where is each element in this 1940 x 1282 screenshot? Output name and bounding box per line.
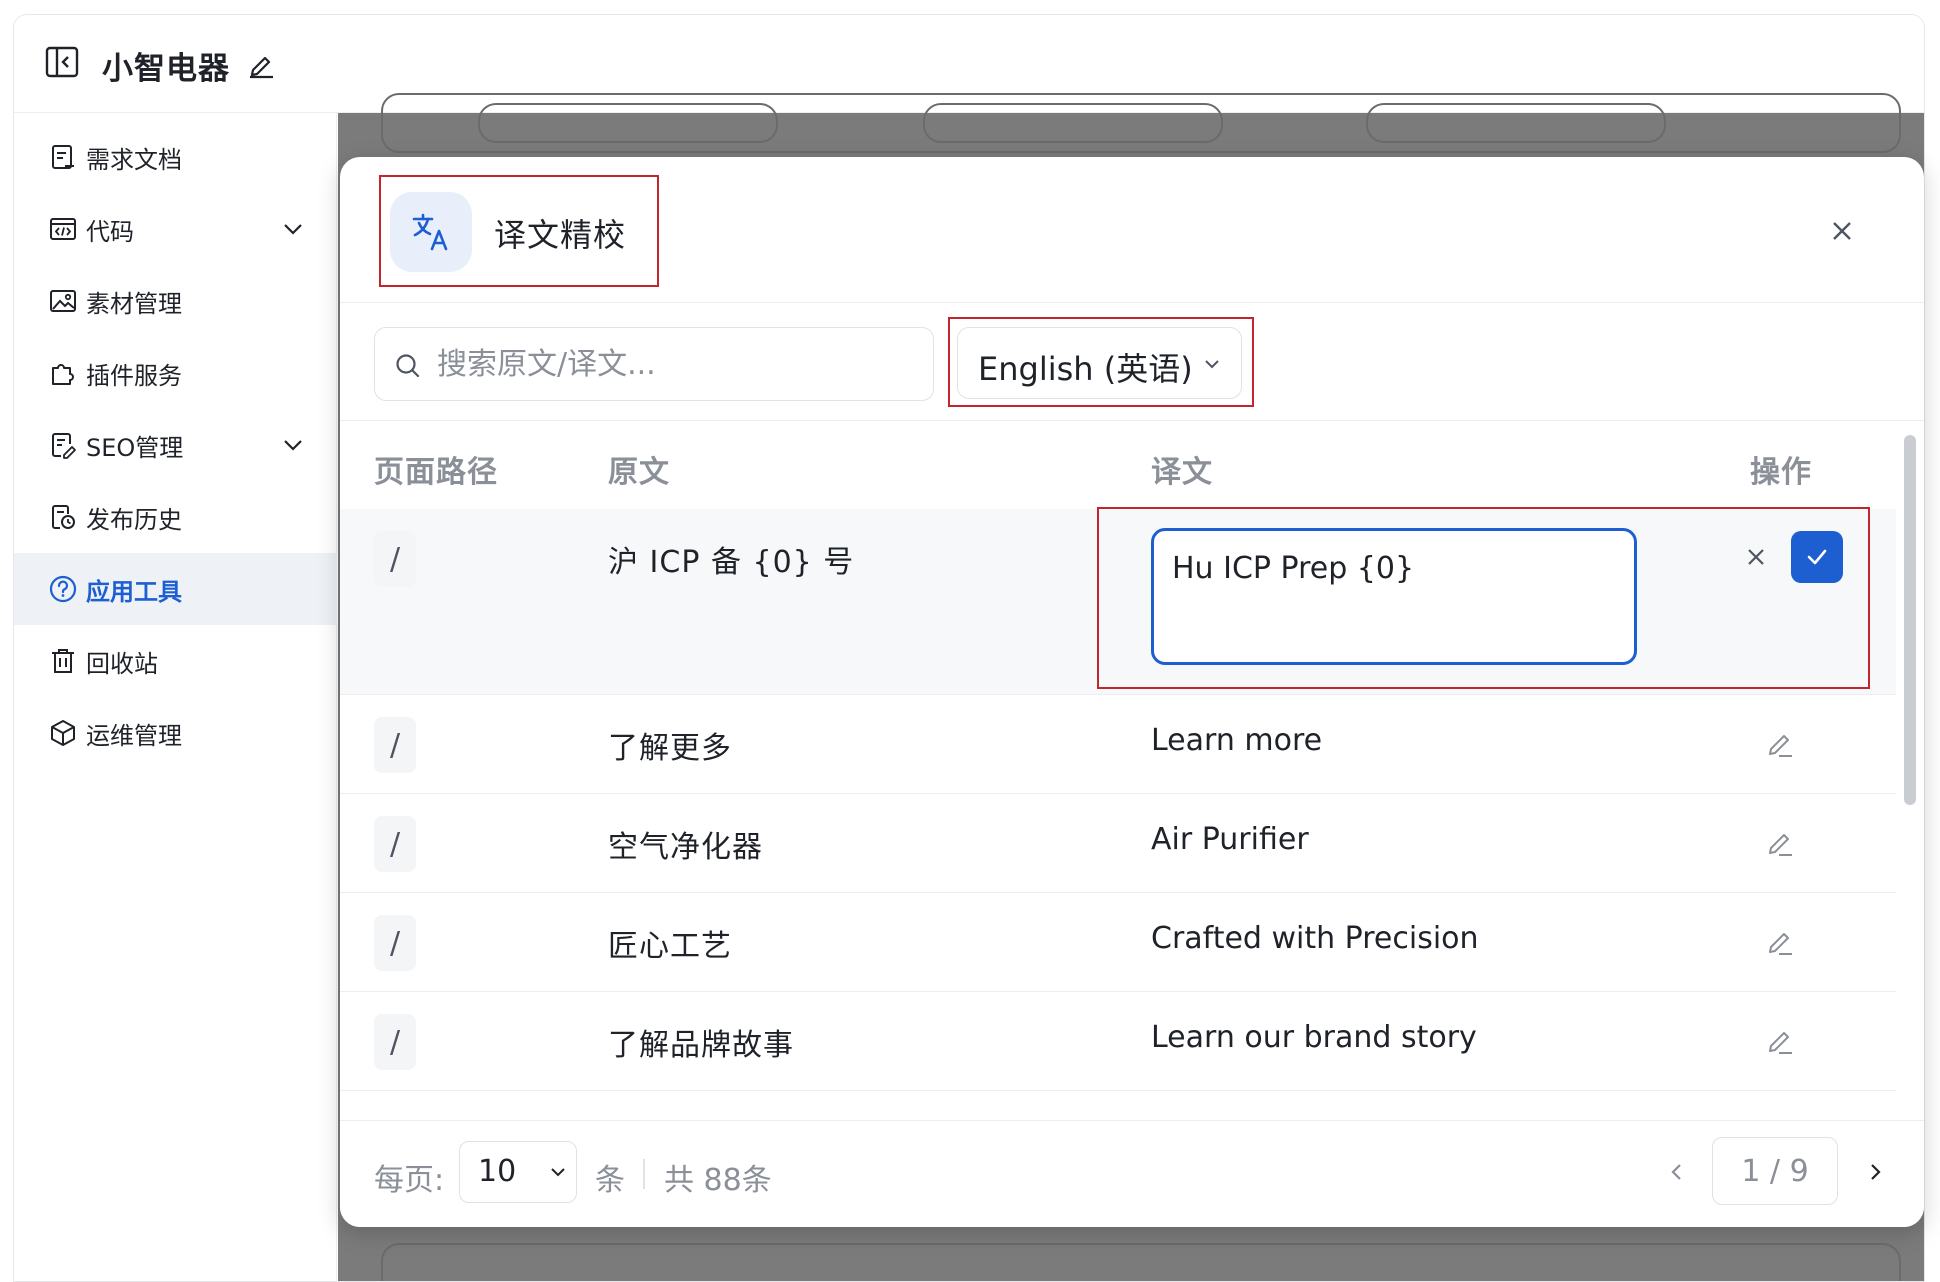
- check-icon: [1807, 549, 1827, 565]
- sidebar-item-label: 应用工具: [86, 577, 182, 606]
- image-icon: [50, 290, 76, 312]
- background-card: [381, 1243, 1901, 1281]
- history-icon: [52, 505, 75, 529]
- title-icon-badge: [390, 192, 472, 272]
- scrollbar-thumb[interactable]: [1904, 435, 1916, 805]
- column-header-source: 原文: [608, 455, 670, 490]
- edit-icon[interactable]: [1764, 826, 1796, 858]
- table-row-editing: / 沪 ICP 备 {0} 号 Hu ICP Prep {0}: [340, 507, 1896, 695]
- translate-icon: [412, 213, 448, 251]
- seo-icon: [52, 433, 76, 459]
- source-text: 空气净化器: [608, 830, 763, 865]
- edit-icon[interactable]: [1764, 727, 1796, 759]
- search-input[interactable]: [437, 340, 917, 388]
- path-chip: /: [374, 816, 416, 872]
- per-page-unit: 条: [595, 1163, 625, 1198]
- translation-edit-input[interactable]: Hu ICP Prep {0}: [1151, 528, 1637, 665]
- background-card: [923, 103, 1223, 143]
- sidebar-item-label: 代码: [86, 217, 134, 246]
- background-card: [478, 103, 778, 143]
- sidebar: 需求文档 代码 素材管理 插件服务 SEO管理 发布历史 应用工具 回收站 运维…: [14, 113, 337, 1281]
- close-icon[interactable]: [1826, 215, 1858, 247]
- pagination-bar: 每页: 10 条 共 88条 1 / 9: [340, 1120, 1924, 1227]
- column-header-path: 页面路径: [374, 455, 498, 490]
- page-size-value: 10: [478, 1154, 517, 1189]
- edit-icon[interactable]: [1764, 925, 1796, 957]
- search-box: [374, 327, 934, 401]
- sidebar-item-label: 回收站: [86, 649, 158, 678]
- per-page-label: 每页:: [374, 1163, 445, 1198]
- total-count: 共 88条: [664, 1163, 772, 1198]
- document-icon: [52, 145, 74, 169]
- source-text: 匠心工艺: [608, 929, 732, 964]
- sidebar-item-label: 需求文档: [86, 145, 182, 174]
- code-icon: [50, 218, 76, 240]
- page-size-select[interactable]: 10: [459, 1141, 577, 1203]
- sidebar-item-requirements[interactable]: 需求文档: [14, 121, 337, 193]
- modal-title: 译文精校: [494, 216, 627, 254]
- sidebar-item-label: 素材管理: [86, 289, 182, 318]
- translation-proofread-modal: 译文精校 English (英语) 页面路径 原文 译文 操作 / 沪: [340, 157, 1924, 1227]
- trash-icon: [52, 649, 74, 673]
- source-text: 沪 ICP 备 {0} 号: [608, 545, 855, 580]
- sidebar-item-label: 发布历史: [86, 505, 182, 534]
- sidebar-item-ops[interactable]: 运维管理: [14, 697, 337, 769]
- modal-header: 译文精校: [340, 157, 1924, 303]
- app-title: 小智电器: [102, 51, 230, 87]
- cancel-edit-icon[interactable]: [1742, 543, 1770, 571]
- sidebar-toggle-icon[interactable]: [45, 46, 79, 78]
- sidebar-item-app-tools[interactable]: 应用工具: [14, 553, 337, 625]
- table-row: / 了解品牌故事 Learn our brand story: [340, 992, 1896, 1091]
- page-indicator: 1 / 9: [1712, 1137, 1838, 1205]
- sidebar-item-label: 运维管理: [86, 721, 182, 750]
- plugin-icon: [52, 364, 74, 385]
- box-icon: [51, 720, 75, 746]
- language-select[interactable]: English (英语): [957, 327, 1242, 399]
- chevron-down-icon[interactable]: [280, 432, 306, 458]
- sidebar-item-recycle-bin[interactable]: 回收站: [14, 625, 337, 697]
- path-chip: /: [374, 915, 416, 971]
- chevron-right-icon[interactable]: [1860, 1157, 1890, 1187]
- sidebar-item-label: 插件服务: [86, 361, 182, 390]
- path-chip: /: [374, 1014, 416, 1070]
- source-text: 了解品牌故事: [608, 1028, 794, 1063]
- search-icon: [396, 354, 420, 378]
- edit-icon[interactable]: [1764, 1024, 1796, 1056]
- column-header-action: 操作: [1750, 455, 1812, 490]
- table-scrollbar[interactable]: [1896, 421, 1924, 1121]
- table-row: / 空气净化器 Air Purifier: [340, 794, 1896, 893]
- translation-text: Learn more: [1151, 723, 1323, 758]
- sidebar-item-publish-history[interactable]: 发布历史: [14, 481, 337, 553]
- path-chip: /: [374, 717, 416, 773]
- modal-toolbar: English (英语): [340, 303, 1924, 421]
- sidebar-item-label: SEO管理: [86, 433, 184, 462]
- chevron-down-icon: [551, 1168, 565, 1177]
- table-header: 页面路径 原文 译文 操作: [340, 421, 1896, 509]
- source-text: 了解更多: [608, 731, 732, 766]
- table-row: / 匠心工艺 Crafted with Precision: [340, 893, 1896, 992]
- sidebar-item-assets[interactable]: 素材管理: [14, 265, 337, 337]
- sidebar-item-plugins[interactable]: 插件服务: [14, 337, 337, 409]
- sidebar-item-code[interactable]: 代码: [14, 193, 337, 265]
- edit-title-icon[interactable]: [247, 49, 275, 79]
- chevron-down-icon[interactable]: [280, 216, 306, 242]
- chevron-down-icon: [1205, 360, 1219, 369]
- column-header-translation: 译文: [1151, 455, 1213, 490]
- divider: [643, 1159, 645, 1189]
- background-card: [1366, 103, 1666, 143]
- translation-text: Crafted with Precision: [1151, 921, 1479, 956]
- language-select-value: English (英语): [978, 350, 1193, 388]
- help-circle-icon: [49, 575, 77, 603]
- sidebar-item-seo[interactable]: SEO管理: [14, 409, 337, 481]
- table-row: / 了解更多 Learn more: [340, 695, 1896, 794]
- translation-text: Air Purifier: [1151, 822, 1309, 857]
- confirm-edit-button[interactable]: [1791, 531, 1843, 583]
- chevron-left-icon[interactable]: [1662, 1157, 1692, 1187]
- path-chip: /: [374, 531, 416, 587]
- translation-text: Learn our brand story: [1151, 1020, 1477, 1055]
